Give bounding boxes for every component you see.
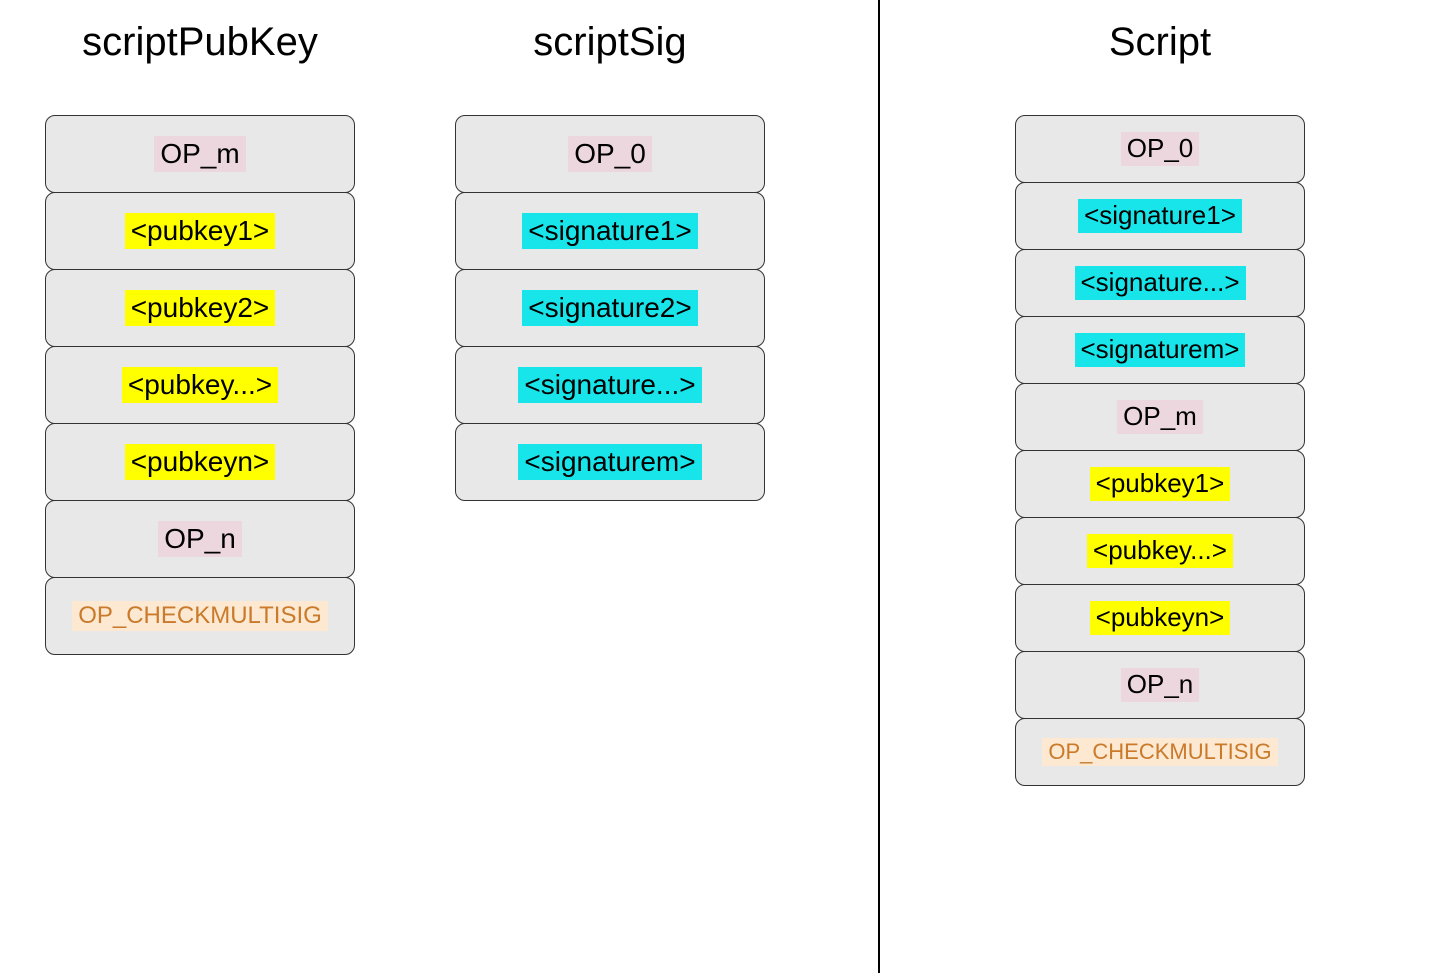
stack-cell: <pubkeyn> xyxy=(45,423,355,501)
stack-cell: <signature1> xyxy=(1015,182,1305,250)
column-scriptsig: scriptSig OP_0 <signature1> <signature2> <s… xyxy=(440,10,780,501)
stack-cell-label: OP_n xyxy=(158,521,242,557)
stack-cell-label: <pubkey2> xyxy=(125,290,276,326)
stack-cell: OP_CHECKMULTISIG xyxy=(1015,718,1305,786)
stack-cell: OP_n xyxy=(45,500,355,578)
stack-cell: OP_m xyxy=(1015,383,1305,451)
stack-cell-label: <pubkey1> xyxy=(125,213,276,249)
stack-cell-label: OP_n xyxy=(1121,668,1200,701)
stack-cell: OP_m xyxy=(45,115,355,193)
stack-script: OP_0 <signature1> <signature...> <signature… xyxy=(1015,115,1305,786)
stack-cell-label: <signature2> xyxy=(522,290,697,326)
stack-cell-label: OP_m xyxy=(154,136,245,172)
stack-cell: <signature2> xyxy=(455,269,765,347)
stack-cell-label: OP_CHECKMULTISIG xyxy=(72,601,328,632)
stack-cell: <pubkey...> xyxy=(45,346,355,424)
stack-cell-label: <signaturem> xyxy=(518,444,701,480)
stack-cell: <pubkey2> xyxy=(45,269,355,347)
stack-cell-label: <signature1> xyxy=(1078,199,1242,232)
stack-cell-label: <signature1> xyxy=(522,213,697,249)
column-title-scriptsig: scriptSig xyxy=(440,20,780,65)
column-script: Script OP_0 <signature1> <signature...> <si… xyxy=(990,10,1330,786)
stack-cell: OP_n xyxy=(1015,651,1305,719)
stack-cell: <pubkey1> xyxy=(45,192,355,270)
stack-cell: OP_0 xyxy=(1015,115,1305,183)
stack-cell-label: OP_CHECKMULTISIG xyxy=(1042,738,1277,766)
divider-line xyxy=(878,0,880,973)
stack-cell-label: <pubkeyn> xyxy=(1090,601,1231,634)
stack-cell-label: OP_0 xyxy=(568,136,652,172)
stack-cell: <signature1> xyxy=(455,192,765,270)
stack-cell-label: OP_m xyxy=(1117,400,1203,433)
stack-cell-label: <pubkey...> xyxy=(122,367,278,403)
stack-cell: <signature...> xyxy=(455,346,765,424)
stack-cell-label: <pubkey...> xyxy=(1087,534,1233,567)
stack-cell: <signaturem> xyxy=(1015,316,1305,384)
stack-cell: <pubkeyn> xyxy=(1015,584,1305,652)
stack-scriptsig: OP_0 <signature1> <signature2> <signature..… xyxy=(455,115,765,501)
stack-cell: <signaturem> xyxy=(455,423,765,501)
stack-cell: <pubkey...> xyxy=(1015,517,1305,585)
stack-cell-label: <signature...> xyxy=(518,367,701,403)
column-title-script: Script xyxy=(990,20,1330,65)
stack-cell-label: <pubkeyn> xyxy=(125,444,276,480)
stack-cell: OP_CHECKMULTISIG xyxy=(45,577,355,655)
stack-cell-label: <signature...> xyxy=(1075,266,1246,299)
stack-cell: OP_0 xyxy=(455,115,765,193)
column-scriptpubkey: scriptPubKey OP_m <pubkey1> <pubkey2> <pubk… xyxy=(30,10,370,655)
stack-cell-label: <signaturem> xyxy=(1075,333,1246,366)
stack-cell-label: OP_0 xyxy=(1121,132,1200,165)
stack-cell: <signature...> xyxy=(1015,249,1305,317)
stack-cell: <pubkey1> xyxy=(1015,450,1305,518)
stack-scriptpubkey: OP_m <pubkey1> <pubkey2> <pubkey...> <pubkey… xyxy=(45,115,355,655)
stack-cell-label: <pubkey1> xyxy=(1090,467,1231,500)
column-title-scriptpubkey: scriptPubKey xyxy=(30,20,370,65)
